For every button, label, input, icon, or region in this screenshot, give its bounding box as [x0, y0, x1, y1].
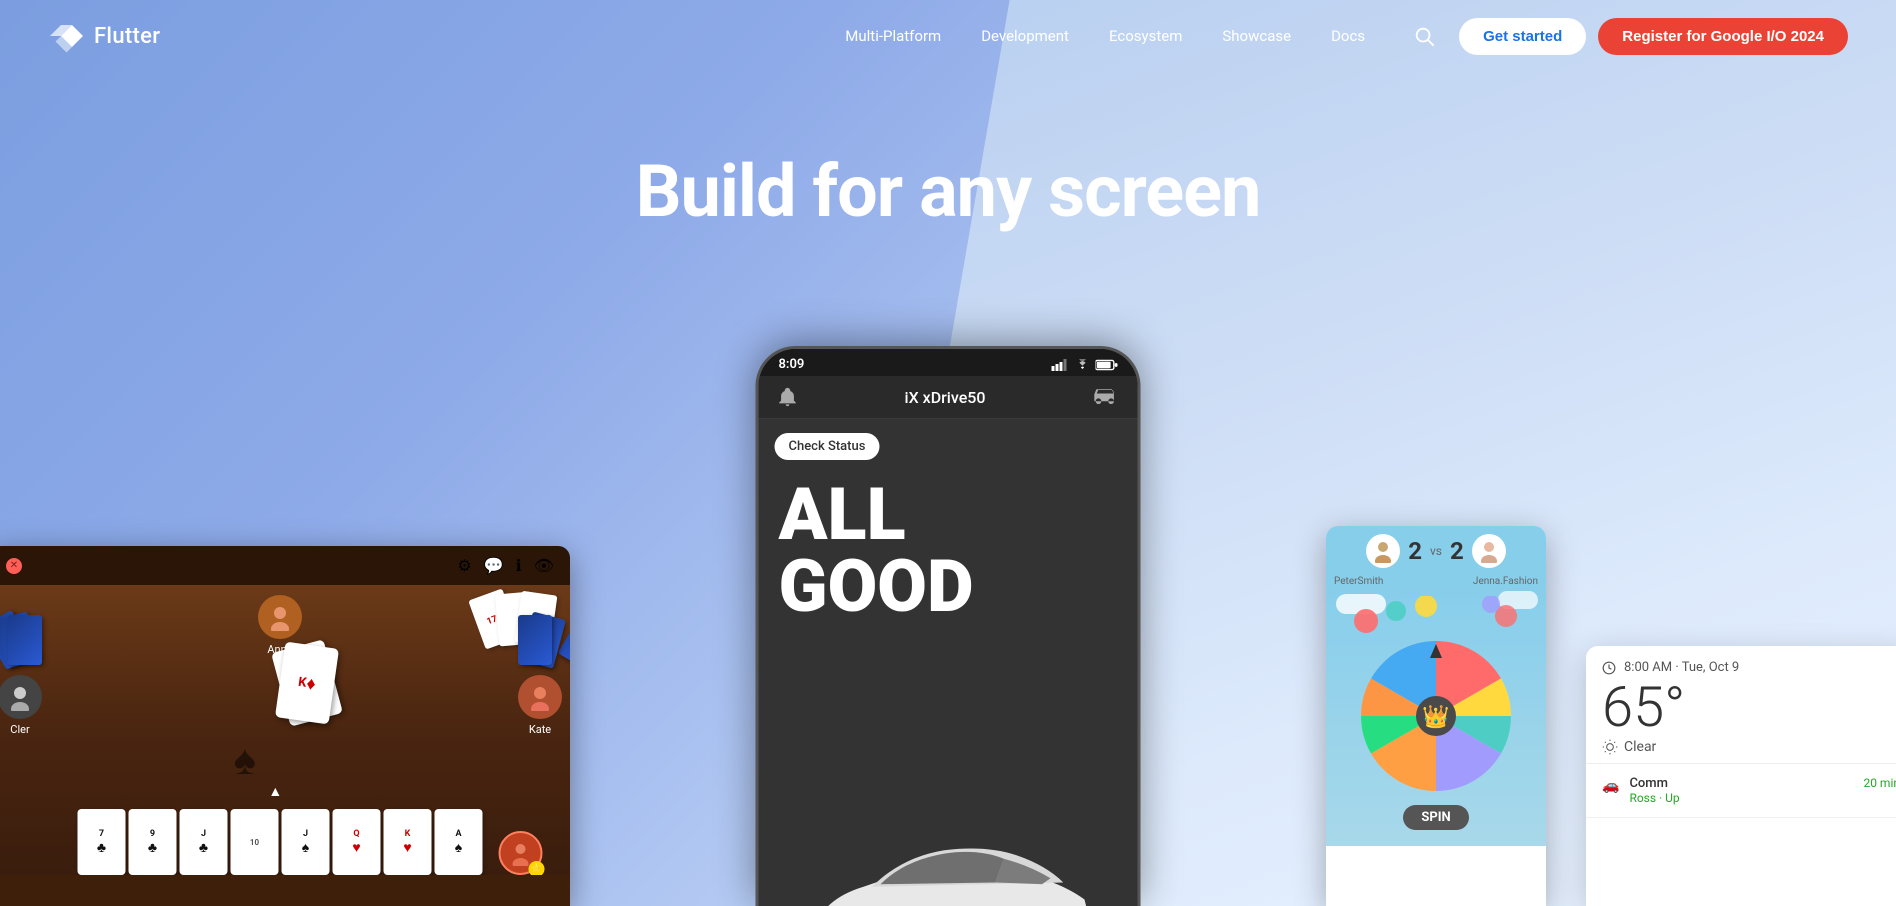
player-bottom-avatar: ⭐: [499, 831, 543, 875]
card-game-toolbar: ⚙ 💬 ℹ 👁: [457, 556, 554, 575]
player-names: PeterSmith Jenna.Fashion: [1326, 576, 1546, 586]
weather-header: 8:00 AM · Tue, Oct 9 65° Clear: [1586, 646, 1896, 764]
score2: 2: [1450, 537, 1464, 565]
phone-status-bar: 8:09: [759, 349, 1138, 376]
nav-item-showcase[interactable]: Showcase: [1206, 19, 1307, 53]
bmw-phone-device: 8:09 iX xDrive50 Check Status ALL GOOD: [756, 346, 1141, 906]
logo-text: Flutter: [94, 24, 160, 49]
card-game-device: ✕ ⚙ 💬 ℹ 👁 Anna Cler: [0, 546, 570, 906]
card-game-header: ✕ ⚙ 💬 ℹ 👁: [0, 546, 570, 585]
signal-icon: [1052, 359, 1070, 371]
nav-links: Multi-Platform Development Ecosystem Sho…: [829, 19, 1381, 53]
player2-name: Jenna.Fashion: [1473, 576, 1538, 586]
hand-card-A: A♠: [435, 809, 483, 875]
battery-icon: [1096, 359, 1118, 371]
navbar: Flutter Multi-Platform Development Ecosy…: [0, 0, 1896, 72]
car-image: [759, 736, 1138, 906]
nav-item-multi-platform[interactable]: Multi-Platform: [829, 19, 957, 53]
notification-title: Comm: [1629, 776, 1679, 791]
nav-item-ecosystem[interactable]: Ecosystem: [1093, 19, 1198, 53]
player2-avatar: [1472, 534, 1506, 568]
player-right-name: Kate: [518, 723, 562, 736]
hero-title: Build for any screen: [0, 152, 1896, 231]
bmw-app-title: iX xDrive50: [905, 388, 986, 407]
hand-card-9: 9♣: [129, 809, 177, 875]
check-status-button[interactable]: Check Status: [775, 433, 880, 460]
wifi-icon: [1075, 359, 1091, 371]
nav-item-docs[interactable]: Docs: [1315, 19, 1381, 53]
spade-decoration: ♠: [234, 736, 256, 785]
weather-time-text: 8:00 AM · Tue, Oct 9: [1624, 660, 1739, 675]
player1-name: PeterSmith: [1334, 576, 1383, 586]
player1-avatar: [1366, 534, 1400, 568]
get-started-button[interactable]: Get started: [1459, 18, 1586, 55]
playing-card-2: K ♦: [275, 642, 339, 725]
sun-icon: [1602, 739, 1618, 755]
phone-status-icons: [1052, 359, 1118, 371]
phone-time: 8:09: [779, 357, 805, 372]
register-google-io-button[interactable]: Register for Google I/O 2024: [1598, 18, 1848, 55]
weather-condition: Clear: [1624, 739, 1656, 755]
bmw-navbar: iX xDrive50: [759, 376, 1138, 419]
weather-temperature: 65°: [1602, 679, 1896, 735]
hand-card-J: J♣: [180, 809, 228, 875]
hand-card-K: K♥: [384, 809, 432, 875]
spin-wheel-area: 👑 SPIN: [1326, 586, 1546, 846]
weather-time: 8:00 AM · Tue, Oct 9: [1602, 660, 1896, 675]
clock-icon: [1602, 661, 1616, 675]
nav-item-development[interactable]: Development: [965, 19, 1085, 53]
hero-content: Build for any screen: [0, 72, 1896, 231]
spin-button[interactable]: SPIN: [1403, 805, 1468, 830]
notification-icon: 🚗: [1602, 778, 1619, 794]
all-good-headline: ALL GOOD: [759, 479, 994, 623]
arrow-indicator: ▲: [268, 783, 282, 800]
spin-game-device: 2 vs 2 PeterSmith Jenna.Fashion: [1326, 526, 1546, 906]
vs-label: vs: [1430, 544, 1442, 558]
svg-text:👑: 👑: [1422, 704, 1449, 730]
notification-comm: 🚗 Comm Ross · Up 20 min: [1586, 764, 1896, 818]
notification-minutes: 20 min: [1863, 776, 1896, 790]
close-icon[interactable]: ✕: [6, 558, 22, 574]
player-hand: 7♣ 9♣ J♣ 10 J♠ Q♥ K♥: [78, 809, 483, 875]
chat-icon: 💬: [484, 556, 504, 575]
weather-widget-device: 8:00 AM · Tue, Oct 9 65° Clear 🚗 Comm Ro…: [1586, 646, 1896, 906]
card-game-table: Anna Cler Kate 7 ♠: [0, 585, 570, 875]
player-left-name: Cler: [0, 723, 42, 736]
notification-subtitle: Ross · Up: [1629, 791, 1679, 805]
spin-game-header: 2 vs 2 PeterSmith Jenna.Fashion: [1326, 526, 1546, 586]
hand-card-10: 10: [231, 809, 279, 875]
search-icon: [1413, 25, 1435, 47]
bmw-car-svg: [778, 823, 1118, 906]
logo-area: Flutter: [48, 18, 160, 54]
hand-card-J2: J♠: [282, 809, 330, 875]
search-button[interactable]: [1405, 17, 1443, 55]
bell-icon: [777, 386, 799, 408]
hand-card-Q: Q♥: [333, 809, 381, 875]
player-left: Cler: [0, 675, 42, 736]
player-right: Kate: [518, 675, 562, 736]
eye-icon: 👁: [534, 556, 554, 575]
score1: 2: [1408, 537, 1422, 565]
info-icon: ℹ: [516, 556, 522, 575]
gear-icon: ⚙: [457, 556, 471, 575]
spin-wheel-svg: 👑: [1356, 636, 1516, 796]
car-nav-icon: [1091, 387, 1119, 407]
weather-description: Clear: [1602, 739, 1896, 755]
bmw-app-content: Check Status ALL GOOD: [759, 419, 1138, 906]
devices-container: ✕ ⚙ 💬 ℹ 👁 Anna Cler: [0, 386, 1896, 906]
hand-card-7: 7♣: [78, 809, 126, 875]
flutter-logo-icon: [48, 18, 84, 54]
